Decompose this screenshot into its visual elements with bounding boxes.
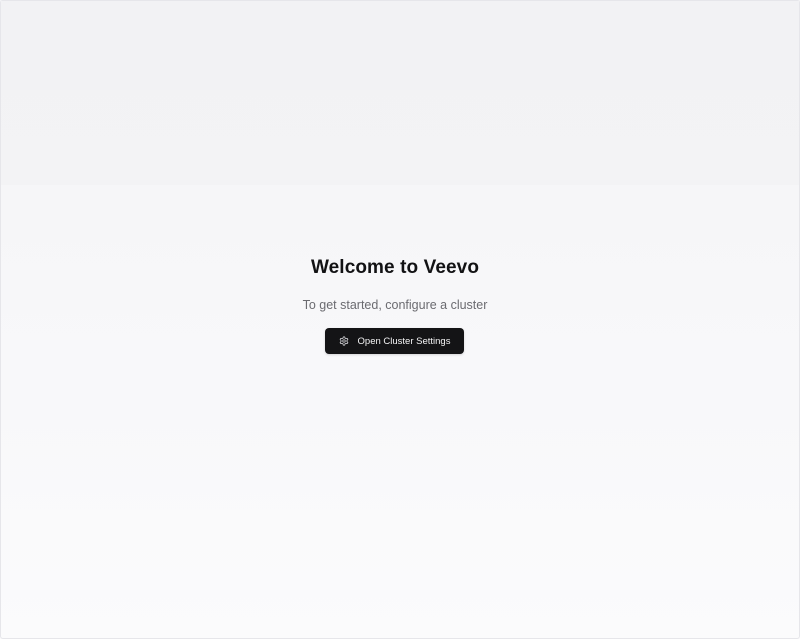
welcome-subtitle: To get started, configure a cluster bbox=[302, 298, 488, 312]
open-cluster-settings-button[interactable]: Open Cluster Settings bbox=[325, 328, 464, 354]
welcome-panel: Welcome to Veevo To get started, configu… bbox=[0, 255, 800, 354]
open-cluster-settings-label: Open Cluster Settings bbox=[357, 335, 451, 347]
welcome-title: Welcome to Veevo bbox=[310, 257, 480, 278]
gear-icon bbox=[339, 336, 349, 346]
title-region bbox=[1, 1, 799, 185]
